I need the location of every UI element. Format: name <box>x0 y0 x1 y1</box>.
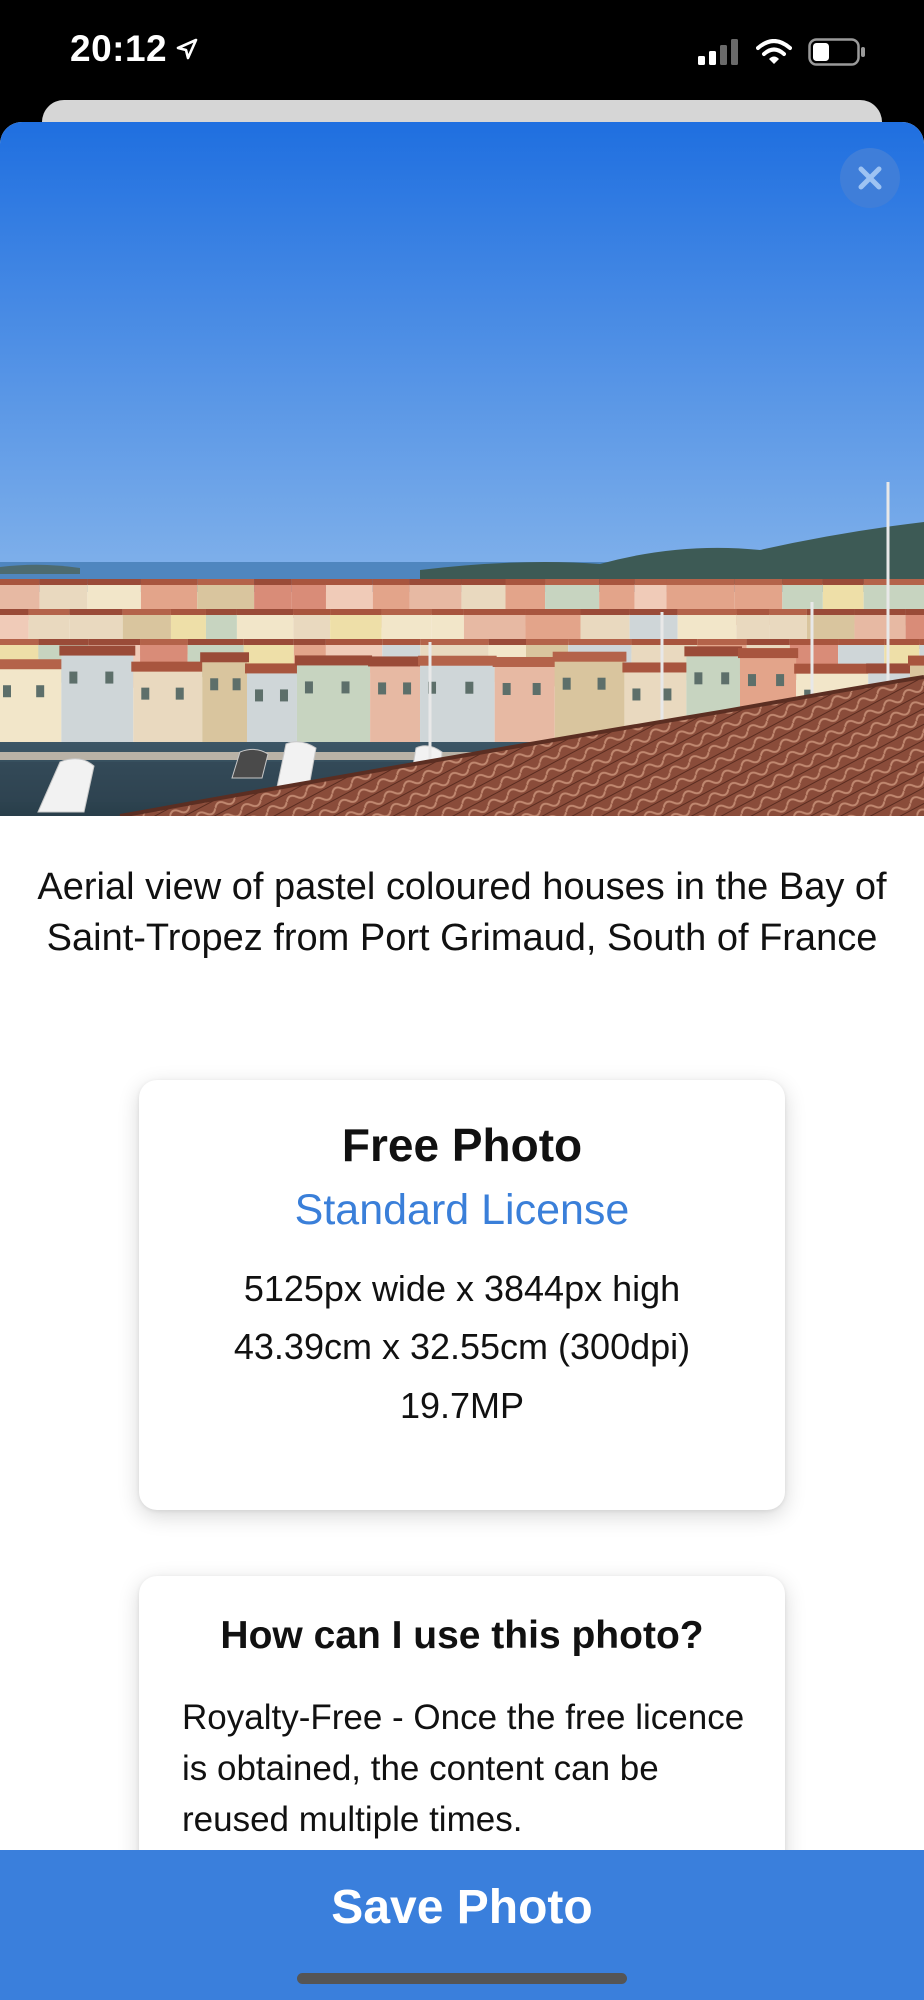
photo-caption: Aerial view of pastel coloured houses in… <box>37 866 887 959</box>
cellular-signal-icon <box>698 39 740 70</box>
status-time: 20:12 <box>70 28 168 69</box>
license-type-link[interactable]: Standard License <box>139 1186 785 1235</box>
status-icons <box>698 38 866 71</box>
close-icon <box>858 166 882 190</box>
status-bar: 20:12 <box>0 0 924 100</box>
photo-detail-sheet[interactable]: Aerial view of pastel coloured houses in… <box>0 122 924 2000</box>
home-indicator[interactable] <box>297 1973 627 1984</box>
license-title: Free Photo <box>341 1119 583 1171</box>
status-time-group: 20:12 <box>70 28 199 70</box>
battery-icon <box>808 38 866 71</box>
license-card: Free Photo Standard License 5125px wide … <box>139 1080 785 1510</box>
location-arrow-icon <box>175 28 199 70</box>
wifi-icon <box>756 39 792 70</box>
usage-body: Royalty-Free - Once the free licence is … <box>182 1698 745 1839</box>
usage-title: How can I use this photo? <box>220 1614 704 1657</box>
megapixels: 19.7MP <box>399 1385 525 1426</box>
close-button[interactable] <box>840 148 900 208</box>
photo-image <box>0 122 924 816</box>
dimensions-px: 5125px wide x 3844px high <box>243 1268 681 1309</box>
dimensions-cm: 43.39cm x 32.55cm (300dpi) <box>233 1326 691 1367</box>
